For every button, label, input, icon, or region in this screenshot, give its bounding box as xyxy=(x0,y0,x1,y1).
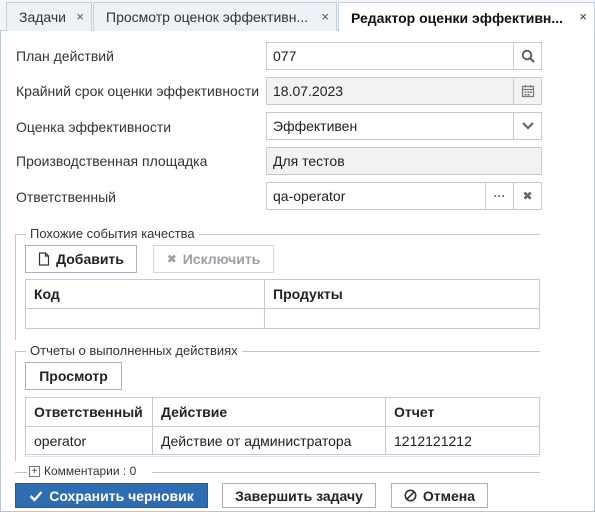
responsible-field[interactable]: qa-operator ··· ✖ xyxy=(266,182,542,210)
save-draft-button[interactable]: Сохранить черновик xyxy=(15,483,208,508)
responsible-value: qa-operator xyxy=(273,188,346,204)
deadline-date-field[interactable]: 18.07.2023 xyxy=(266,77,542,105)
cell-action: Действие от администратора xyxy=(152,426,386,455)
tab-label: Редактор оценки эффективн... xyxy=(351,9,564,26)
finish-task-label: Завершить задачу xyxy=(235,487,363,504)
comments-label: Комментарии : 0 xyxy=(44,464,137,478)
evaluation-select[interactable]: Эффективен xyxy=(266,112,542,140)
column-header-report[interactable]: Отчет xyxy=(385,397,540,427)
similar-events-table: Код Продукты xyxy=(25,279,540,329)
search-icon[interactable] xyxy=(513,43,541,69)
check-icon xyxy=(29,490,43,502)
add-button[interactable]: Добавить xyxy=(25,245,137,273)
divider xyxy=(25,456,539,457)
column-header-products[interactable]: Продукты xyxy=(264,279,540,309)
tab-label: Просмотр оценок эффективн... xyxy=(106,9,309,25)
responsible-label: Ответственный xyxy=(16,189,116,205)
action-plan-field[interactable]: 077 xyxy=(266,42,542,70)
cancel-icon xyxy=(404,489,417,502)
cell-report: 1212121212 xyxy=(385,426,540,455)
cell-responsible: operator xyxy=(25,426,153,455)
cancel-button[interactable]: Отмена xyxy=(391,483,488,508)
comments-toggle[interactable]: + Комментарии : 0 xyxy=(29,464,136,478)
clear-icon[interactable]: ✖ xyxy=(513,183,541,209)
add-label: Добавить xyxy=(56,251,124,267)
action-plan-value: 077 xyxy=(273,48,297,64)
exclude-label: Исключить xyxy=(182,251,261,267)
site-field: Для тестов xyxy=(266,147,542,175)
close-icon[interactable]: × xyxy=(321,9,329,24)
close-icon[interactable]: × xyxy=(76,9,84,24)
site-value: Для тестов xyxy=(273,153,345,169)
tab-bar: Задачи × Просмотр оценок эффективн... × … xyxy=(0,0,595,32)
close-icon[interactable]: × xyxy=(579,9,587,24)
tab-evaluation-editor[interactable]: Редактор оценки эффективн... × xyxy=(338,2,595,32)
table-header-row: Код Продукты xyxy=(25,279,540,309)
close-icon: ✖ xyxy=(166,252,177,266)
site-label: Производственная площадка xyxy=(16,153,208,169)
view-button[interactable]: Просмотр xyxy=(25,362,122,390)
table-header-row: Ответственный Действие Отчет xyxy=(25,397,540,427)
tab-view-evaluations[interactable]: Просмотр оценок эффективн... × xyxy=(93,2,337,31)
evaluation-label: Оценка эффективности xyxy=(16,119,172,135)
deadline-value: 18.07.2023 xyxy=(273,83,344,99)
action-plan-label: План действий xyxy=(16,48,114,64)
save-draft-label: Сохранить черновик xyxy=(49,487,194,504)
evaluation-value: Эффективен xyxy=(273,118,358,134)
column-header-action[interactable]: Действие xyxy=(152,397,386,427)
tab-tasks[interactable]: Задачи × xyxy=(6,2,92,31)
view-label: Просмотр xyxy=(39,368,108,384)
more-icon[interactable]: ··· xyxy=(485,183,513,209)
document-icon xyxy=(38,252,50,266)
column-header-code[interactable]: Код xyxy=(25,279,265,309)
finish-task-button[interactable]: Завершить задачу xyxy=(222,483,376,508)
table-empty-row xyxy=(25,308,540,329)
table-row[interactable]: operator Действие от администратора 1212… xyxy=(25,426,540,455)
reports-table: Ответственный Действие Отчет operator Де… xyxy=(25,397,540,455)
divider xyxy=(15,472,27,473)
calendar-icon[interactable] xyxy=(513,78,541,104)
column-header-responsible[interactable]: Ответственный xyxy=(25,397,153,427)
expand-icon: + xyxy=(29,465,40,477)
chevron-down-icon[interactable] xyxy=(513,113,541,139)
cancel-label: Отмена xyxy=(422,487,476,504)
reports-title: Отчеты о выполненных действиях xyxy=(26,343,242,358)
tab-label: Задачи xyxy=(19,9,67,25)
similar-events-title: Похожие события качества xyxy=(26,226,199,241)
divider xyxy=(152,472,540,473)
exclude-button[interactable]: ✖ Исключить xyxy=(153,245,274,273)
deadline-label: Крайний срок оценки эффективности xyxy=(16,83,260,99)
